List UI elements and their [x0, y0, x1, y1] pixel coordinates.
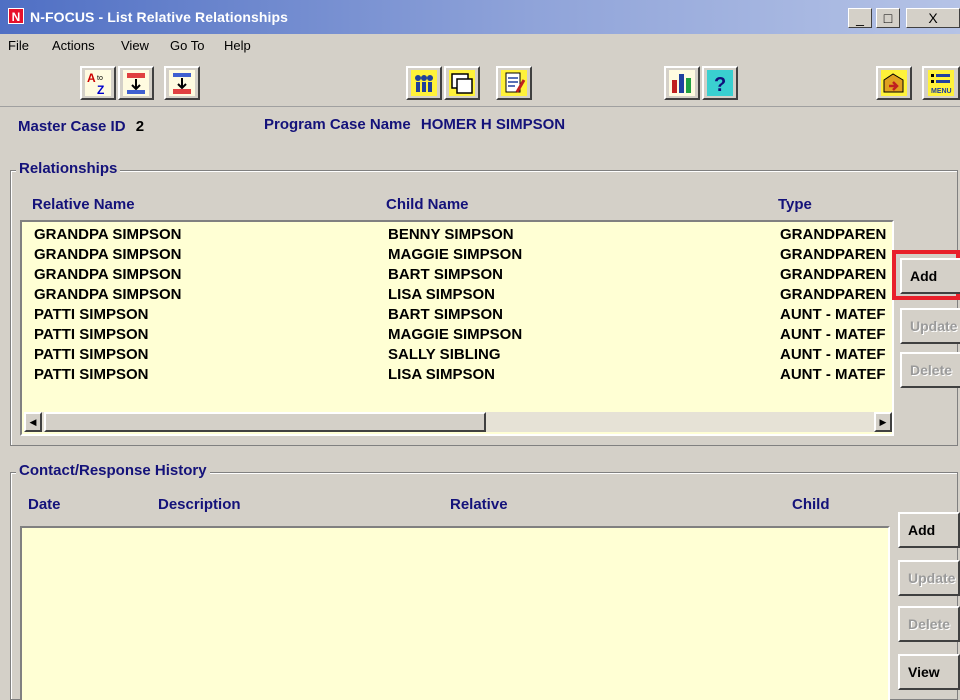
child-cell: LISA SIMPSON	[388, 366, 495, 383]
child-cell: SALLY SIBLING	[388, 346, 501, 363]
relative-cell: GRANDPA SIMPSON	[34, 226, 182, 243]
menu-view[interactable]: View	[121, 38, 149, 53]
table-row[interactable]: PATTI SIMPSON SALLY SIBLING AUNT - MATEF	[30, 346, 892, 366]
menu-file[interactable]: File	[8, 38, 29, 53]
people-button[interactable]	[406, 66, 442, 100]
svg-text:Z: Z	[97, 83, 104, 96]
table-row[interactable]: GRANDPA SIMPSON MAGGIE SIMPSON GRANDPARE…	[30, 246, 892, 266]
scroll-right-arrow-icon[interactable]: ▶	[874, 412, 892, 432]
child-cell: LISA SIMPSON	[388, 286, 495, 303]
child-cell: MAGGIE SIMPSON	[388, 326, 523, 343]
bar-chart-button[interactable]	[664, 66, 700, 100]
help-icon: ?	[707, 70, 733, 96]
child-cell: BENNY SIMPSON	[388, 226, 514, 243]
col-type[interactable]: Type	[778, 196, 812, 213]
program-case-field: Program Case Name HOMER H SIMPSON	[264, 116, 565, 133]
horizontal-scrollbar[interactable]: ◀ ▶	[24, 412, 892, 432]
relative-cell: PATTI SIMPSON	[34, 346, 149, 363]
close-button[interactable]: X	[906, 8, 960, 28]
document-pencil-button[interactable]	[496, 66, 532, 100]
minimize-button[interactable]: _	[848, 8, 872, 28]
svg-text:?: ?	[714, 74, 726, 96]
sort-descending-button[interactable]	[164, 66, 200, 100]
bar-chart-icon	[669, 70, 695, 96]
relative-cell: GRANDPA SIMPSON	[34, 286, 182, 303]
relative-cell: GRANDPA SIMPSON	[34, 246, 182, 263]
table-row[interactable]: GRANDPA SIMPSON BART SIMPSON GRANDPAREN	[30, 266, 892, 286]
menu-icon: MENU	[928, 70, 954, 96]
col-child-name[interactable]: Child Name	[386, 196, 469, 213]
relationship-delete-button[interactable]: Delete	[900, 352, 960, 388]
contacts-title: Contact/Response History	[16, 462, 210, 479]
type-cell: GRANDPAREN	[780, 246, 887, 263]
contact-update-button[interactable]: Update	[898, 560, 960, 596]
col-date[interactable]: Date	[28, 496, 61, 513]
sort-descending-icon	[169, 70, 195, 96]
master-case-value: 2	[135, 118, 145, 135]
scroll-left-arrow-icon[interactable]: ◀	[24, 412, 42, 432]
scroll-thumb[interactable]	[44, 412, 486, 432]
menu-bar: File Actions View Go To Help	[0, 34, 960, 58]
relative-cell: PATTI SIMPSON	[34, 306, 149, 323]
table-row[interactable]: PATTI SIMPSON MAGGIE SIMPSON AUNT - MATE…	[30, 326, 892, 346]
toolbar: A to Z ? MENU	[0, 58, 960, 107]
col-relative[interactable]: Relative	[450, 496, 508, 513]
col-child[interactable]: Child	[792, 496, 830, 513]
sort-ascending-button[interactable]	[118, 66, 154, 100]
window-button[interactable]	[444, 66, 480, 100]
document-pencil-icon	[501, 70, 527, 96]
program-case-label: Program Case Name	[264, 116, 411, 133]
contacts-list[interactable]	[20, 526, 890, 700]
sort-a-z-icon: A to Z	[85, 70, 111, 96]
contact-view-button[interactable]: View	[898, 654, 960, 690]
svg-text:MENU: MENU	[931, 88, 952, 95]
menu-go-to[interactable]: Go To	[170, 38, 204, 53]
program-case-value: HOMER H SIMPSON	[420, 116, 566, 133]
relationships-title: Relationships	[16, 160, 121, 177]
master-case-label: Master Case ID	[18, 118, 126, 135]
type-cell: GRANDPAREN	[780, 286, 887, 303]
window-title: N-FOCUS - List Relative Relationships	[30, 9, 289, 25]
app-logo-icon: N	[8, 8, 24, 24]
relative-cell: PATTI SIMPSON	[34, 366, 149, 383]
type-cell: AUNT - MATEF	[780, 366, 886, 383]
menu-button[interactable]: MENU	[922, 66, 960, 100]
type-cell: AUNT - MATEF	[780, 306, 886, 323]
col-description[interactable]: Description	[158, 496, 241, 513]
svg-text:to: to	[97, 75, 103, 82]
child-cell: BART SIMPSON	[388, 306, 504, 323]
relative-cell: PATTI SIMPSON	[34, 326, 149, 343]
sort-ascending-icon	[123, 70, 149, 96]
help-button[interactable]: ?	[702, 66, 738, 100]
table-row[interactable]: GRANDPA SIMPSON LISA SIMPSON GRANDPAREN	[30, 286, 892, 306]
exit-icon	[881, 70, 907, 96]
table-row[interactable]: GRANDPA SIMPSON BENNY SIMPSON GRANDPAREN	[30, 226, 892, 246]
type-cell: AUNT - MATEF	[780, 326, 886, 343]
contact-add-button[interactable]: Add	[898, 512, 960, 548]
child-cell: BART SIMPSON	[388, 266, 504, 283]
title-bar: N N-FOCUS - List Relative Relationships …	[0, 0, 960, 34]
menu-help[interactable]: Help	[224, 38, 251, 53]
people-icon	[411, 70, 437, 96]
exit-button[interactable]	[876, 66, 912, 100]
window-icon	[449, 70, 475, 96]
type-cell: GRANDPAREN	[780, 226, 887, 243]
relationship-update-button[interactable]: Update	[900, 308, 960, 344]
type-cell: GRANDPAREN	[780, 266, 887, 283]
relationship-add-button[interactable]: Add	[900, 258, 960, 294]
type-cell: AUNT - MATEF	[780, 346, 886, 363]
col-relative-name[interactable]: Relative Name	[32, 196, 135, 213]
table-row[interactable]: PATTI SIMPSON BART SIMPSON AUNT - MATEF	[30, 306, 892, 326]
master-case-field: Master Case ID 2	[18, 118, 144, 135]
maximize-button[interactable]: □	[876, 8, 900, 28]
child-cell: MAGGIE SIMPSON	[388, 246, 523, 263]
svg-text:A: A	[87, 71, 96, 85]
menu-actions[interactable]: Actions	[52, 38, 95, 53]
table-row[interactable]: PATTI SIMPSON LISA SIMPSON AUNT - MATEF	[30, 366, 892, 386]
contact-delete-button[interactable]: Delete	[898, 606, 960, 642]
relative-cell: GRANDPA SIMPSON	[34, 266, 182, 283]
sort-a-z-button[interactable]: A to Z	[80, 66, 116, 100]
relationships-list[interactable]: GRANDPA SIMPSON BENNY SIMPSON GRANDPAREN…	[20, 220, 894, 436]
